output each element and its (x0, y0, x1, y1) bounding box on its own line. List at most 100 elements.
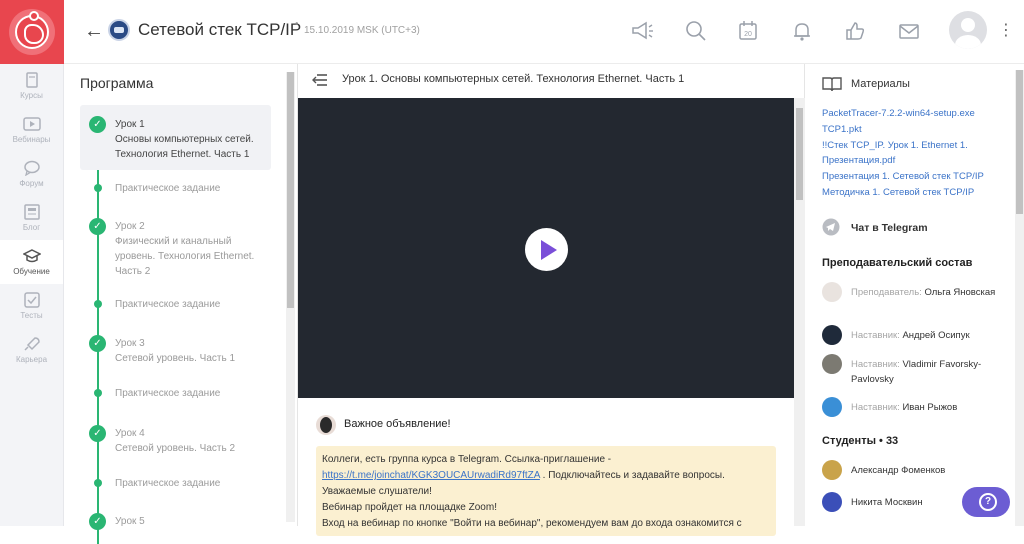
program-item-task[interactable]: Практическое задание (80, 179, 271, 199)
app-logo[interactable] (0, 0, 64, 64)
lesson-subtitle: Физический и канальный уровень. Технолог… (115, 236, 255, 277)
sidebar-item-label: Форум (19, 179, 44, 188)
graduation-cap-icon (22, 249, 41, 263)
program-item-task[interactable]: Практическое задание (80, 474, 271, 494)
calendar-day: 20 (744, 31, 752, 38)
more-vertical-icon[interactable]: ⋮ (998, 20, 1014, 40)
rocket-icon (23, 337, 40, 351)
announcement-line: https://t.me/joinchat/KGK3OUCAUrwadiRd97… (322, 468, 770, 484)
sidebar-item-label: Тесты (20, 311, 43, 320)
book-icon (25, 72, 38, 88)
material-link[interactable]: !!Стек TCP_IP. Урок 1. Ethernet 1. (822, 140, 968, 151)
person-name: Иван Рыжов (902, 402, 958, 413)
person-name: Андрей Осипук (902, 330, 970, 341)
telegram-icon[interactable] (822, 218, 840, 236)
lesson-title: Урок 2 (115, 221, 145, 232)
person-role: Преподаватель: (851, 287, 922, 298)
avatar (822, 492, 842, 512)
search-icon[interactable] (683, 18, 709, 44)
user-avatar[interactable] (949, 11, 987, 49)
sidebar-item-label: Вебинары (12, 135, 51, 144)
announcement-title: Важное объявление! (344, 418, 451, 430)
lesson-subtitle: Сетевой уровень. Часть 1 (115, 353, 236, 364)
sidebar-item-label: Обучение (13, 267, 50, 276)
material-link[interactable]: Презентация 1. Сетевой стек TCP/IP (822, 171, 984, 182)
play-button[interactable] (525, 228, 568, 271)
video-player[interactable] (298, 98, 794, 398)
staff-member[interactable]: Наставник: Иван Рыжов (822, 397, 1002, 417)
back-arrow-icon[interactable]: ← (84, 20, 104, 43)
lesson-bar: Урок 1. Основы компьютерных сетей. Техно… (298, 64, 805, 98)
checkbox-icon (23, 292, 40, 308)
avatar (822, 354, 842, 374)
scrollbar-thumb[interactable] (1016, 70, 1023, 214)
material-link[interactable]: TCP1.pkt (822, 124, 862, 135)
program-item-lesson-4[interactable]: ✓ Урок 4 Сетевой уровень. Часть 2 (80, 422, 271, 458)
lesson-title: Урок 1. Основы компьютерных сетей. Техно… (342, 73, 685, 85)
program-item-task[interactable]: Практическое задание (80, 384, 271, 404)
check-icon: ✓ (89, 425, 106, 442)
sidebar-item-tests[interactable]: Тесты (0, 284, 63, 328)
telegram-invite-link[interactable]: https://t.me/joinchat/KGK3OUCAUrwadiRd97… (322, 470, 540, 481)
sidebar-item-blog[interactable]: Блог (0, 196, 63, 240)
course-logo (108, 19, 130, 41)
material-link[interactable]: Методичка 1. Сетевой стек TCP/IP (822, 187, 974, 198)
sidebar-item-learning[interactable]: Обучение (0, 240, 63, 284)
bell-icon[interactable] (789, 18, 815, 44)
chat-bubble-icon (23, 160, 40, 176)
sidebar-item-courses[interactable]: Курсы (0, 64, 63, 108)
announcement-line: Коллеги, есть группа курса в Telegram. С… (322, 454, 612, 465)
announcement: Важное объявление! Коллеги, есть группа … (298, 398, 794, 536)
program-item-lesson-5[interactable]: ✓ Урок 5 (80, 510, 271, 530)
staff-member[interactable]: Наставник: Андрей Осипук (822, 325, 1002, 345)
calendar-icon[interactable]: 20 (735, 18, 761, 44)
check-icon: ✓ (89, 513, 106, 530)
open-book-icon (822, 77, 842, 92)
thumbs-up-icon[interactable] (842, 18, 868, 44)
sidebar-item-webinars[interactable]: Вебинары (0, 108, 63, 152)
scrollbar-thumb[interactable] (796, 108, 803, 200)
check-icon: ✓ (89, 116, 106, 133)
sidebar-item-career[interactable]: Карьера (0, 328, 63, 372)
person-role: Наставник: (851, 359, 900, 370)
avatar (822, 397, 842, 417)
announcement-body: Коллеги, есть группа курса в Telegram. С… (316, 446, 776, 536)
announcement-line: Вебинар пройдет на площадке Zoom! (322, 502, 497, 513)
scrollbar-thumb[interactable] (287, 72, 294, 308)
status-dot (94, 389, 102, 397)
avatar (316, 415, 336, 435)
announcement-text: . Подключайтесь и задавайте вопросы. (542, 470, 725, 481)
app-sidebar: Курсы Вебинары Форум Блог Обучение Тесты… (0, 0, 64, 526)
person-role: Наставник: (851, 402, 900, 413)
lesson-content: Урок 1. Основы компьютерных сетей. Техно… (298, 64, 805, 536)
material-link[interactable]: PacketTracer-7.2.2-win64-setup.exe (822, 108, 975, 119)
telegram-chat-link[interactable]: Чат в Telegram (851, 222, 928, 234)
right-scrollbar[interactable] (1015, 70, 1024, 526)
task-title: Практическое задание (115, 183, 221, 194)
lesson-title: Урок 3 (115, 338, 145, 349)
mail-icon[interactable] (896, 18, 922, 44)
person-name: Никита Москвин (851, 497, 923, 508)
status-dot (94, 300, 102, 308)
sidebar-item-forum[interactable]: Форум (0, 152, 63, 196)
lesson-title: Урок 4 (115, 428, 145, 439)
program-item-lesson-1[interactable]: ✓ Урок 1 Основы компьютерных сетей. Техн… (80, 105, 271, 170)
megaphone-icon[interactable] (629, 18, 655, 44)
staff-member[interactable]: Преподаватель: Ольга Яновская (822, 282, 1002, 314)
brain-logo-icon (9, 9, 55, 55)
announcement-line: Уважаемые слушатели! (322, 486, 432, 497)
program-title: Программа (80, 75, 154, 91)
student[interactable]: Александр Фоменков (822, 460, 1002, 480)
program-item-lesson-2[interactable]: ✓ Урок 2 Физический и канальный уровень.… (80, 215, 271, 279)
avatar (822, 460, 842, 480)
program-item-lesson-3[interactable]: ✓ Урок 3 Сетевой уровень. Часть 1 (80, 332, 271, 368)
staff-member[interactable]: Наставник: Vladimir Favorsky-Pavlovsky (822, 354, 1002, 386)
check-icon: ✓ (89, 335, 106, 352)
help-button[interactable] (962, 487, 1010, 517)
program-scrollbar[interactable] (286, 72, 295, 522)
content-scrollbar[interactable] (794, 98, 805, 526)
materials-title: Материалы (851, 78, 910, 90)
collapse-menu-icon[interactable] (312, 73, 328, 87)
material-link[interactable]: Презентация.pdf (822, 155, 895, 166)
program-item-task[interactable]: Практическое задание (80, 295, 271, 315)
